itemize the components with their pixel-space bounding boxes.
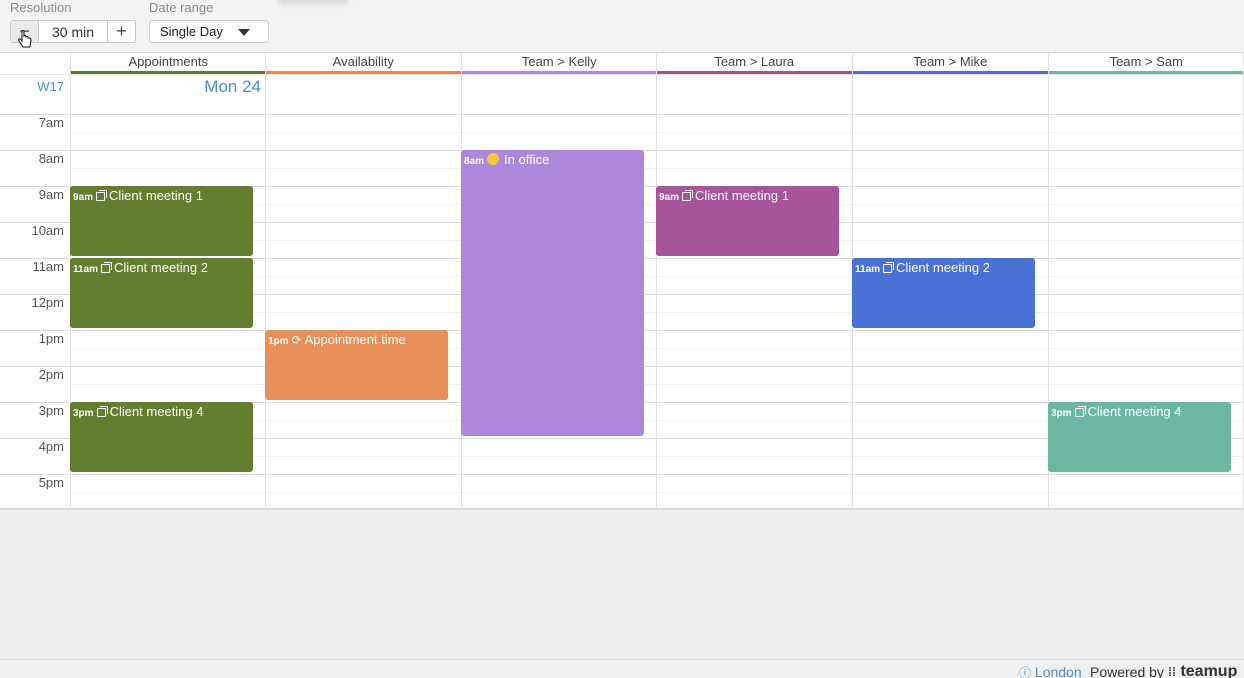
column-divider [265,53,266,509]
copy-icon [682,190,694,201]
toolbar: Resolution Date range − 30 min + Single … [0,0,1244,52]
timezone-label: London [1034,664,1082,678]
column-header-label: Appointments [128,54,209,69]
time-label: 2pm [38,367,64,382]
time-label: 10am [31,223,64,238]
event-title: Client meeting 1 [109,188,203,203]
calendar-event[interactable]: 1pm ⟳ Appointment time [265,330,448,400]
event-time: 8am [464,156,485,167]
copy-icon [96,406,108,417]
copy-icon [883,262,895,273]
date-range-select[interactable]: Single Day [149,20,269,43]
event-time: 3pm [73,408,94,419]
smile-icon [487,153,500,165]
time-label: 11am [32,259,64,274]
teamup-logo[interactable]: ⁞⁞ teamup [1168,663,1237,678]
increase-resolution-button[interactable]: + [107,21,135,42]
date-range-label: Date range [149,0,214,15]
calendar-event[interactable]: 3pm Client meeting 4 [1048,402,1231,472]
column-header[interactable]: Team > Kelly [461,53,657,74]
grid-line [70,384,1244,385]
event-time: 11am [855,264,881,275]
event-title: Client meeting 2 [896,260,990,275]
event-time: 9am [659,192,680,203]
copy-icon [96,190,108,201]
event-title: Client meeting 4 [1087,404,1182,419]
column-header-label: Team > Sam [1109,54,1183,69]
info-icon: ⓘ [1019,666,1032,678]
column-header-label: Availability [332,54,394,69]
time-label: 9am [38,187,64,202]
grid-line [0,114,1244,115]
day-heading[interactable]: Mon 24 [70,74,265,114]
calendar-event[interactable]: 11am Client meeting 2 [852,258,1035,328]
event-title: Appointment time [304,332,406,347]
event-time: 9am [73,192,94,203]
event-title: Client meeting 1 [695,188,789,203]
calendar-event[interactable]: 3pm Client meeting 4 [70,402,253,472]
hand-cursor-icon [18,30,32,48]
column-header-label: Team > Kelly [521,54,597,69]
chevron-down-icon [238,29,250,36]
column-header-label: Team > Mike [913,54,988,69]
resolution-value: 30 min [51,23,95,40]
calendar-grid: Appointments Availability Team > Kelly Team… [0,52,1244,510]
time-label: 7am [38,115,64,130]
event-title: Client meeting 4 [109,404,204,419]
column-header[interactable]: Availability [265,53,461,74]
calendar-event[interactable]: 8am In office [461,150,644,436]
column-header-label: Team > Laura [714,54,795,69]
time-label: 5pm [38,475,64,490]
time-label: 12pm [31,295,64,310]
repeat-icon: ⟳ [291,333,302,347]
grid-line [0,509,1244,510]
copy-icon [1074,406,1086,417]
grid-line [70,132,1244,133]
time-label: 8am [38,151,64,166]
teamup-grid-icon: ⁞⁞ [1168,665,1176,678]
calendar-event[interactable]: 9am Client meeting 1 [656,186,839,256]
grid-line [0,474,1244,475]
grid-line [70,492,1244,493]
copy-icon [101,262,113,273]
week-number[interactable]: W17 [0,74,70,114]
column-header[interactable]: Appointments [70,53,266,74]
time-label: 4pm [38,439,64,454]
floating-shadow [278,0,348,4]
column-divider [656,53,657,509]
footer: ⓘ London Powered by ⁞⁞ teamup [0,659,1244,678]
brand-label: teamup [1180,663,1238,678]
column-header[interactable]: Team > Sam [1048,53,1244,74]
column-header[interactable]: Team > Laura [656,53,852,74]
event-time: 1pm [268,336,289,347]
time-label: 1pm [38,331,64,346]
column-header-row: Appointments Availability Team > Kelly Team… [0,53,1244,74]
calendar-event[interactable]: 9am Client meeting 1 [70,186,253,256]
event-time: 3pm [1051,408,1072,419]
grid-line [70,168,1244,169]
date-range-value: Single Day [160,24,223,39]
column-header[interactable]: Team > Mike [852,53,1048,74]
event-title: Client meeting 2 [114,260,208,275]
timezone-link[interactable]: ⓘ London [1019,664,1082,678]
powered-by-label: Powered by [1090,664,1164,678]
resolution-label: Resolution [10,0,72,15]
grid-line [70,348,1244,349]
time-label: 3pm [38,403,64,418]
grid-line [0,74,1244,75]
event-title: In office [504,152,550,167]
event-time: 11am [73,264,99,275]
calendar-event[interactable]: 11am Client meeting 2 [70,258,253,328]
